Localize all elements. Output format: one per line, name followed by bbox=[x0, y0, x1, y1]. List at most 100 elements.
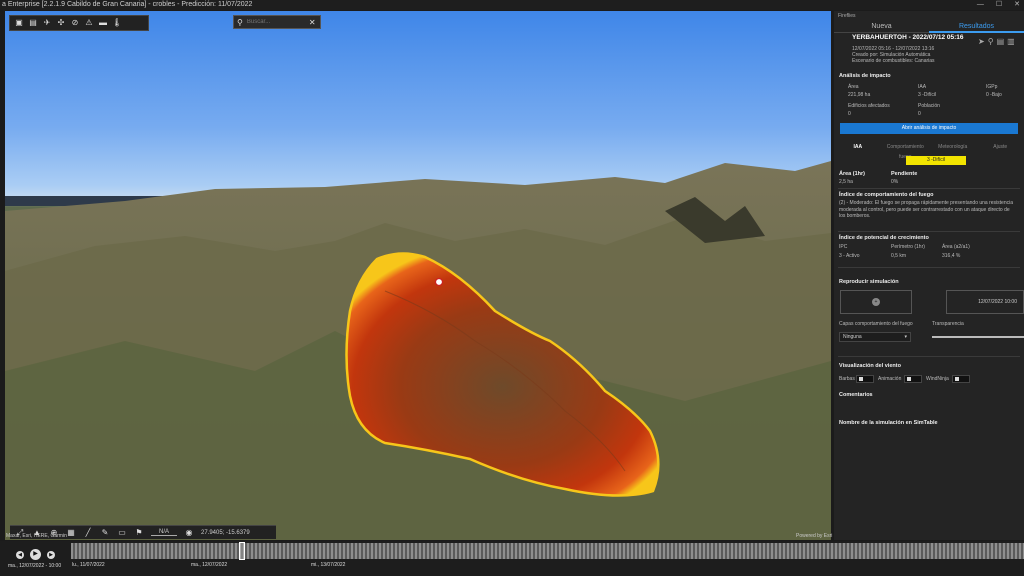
replay-title: Reproducir simulación bbox=[839, 279, 899, 285]
divider bbox=[838, 267, 1020, 268]
export-icon[interactable]: ▥ bbox=[1007, 37, 1015, 46]
transparency-slider[interactable] bbox=[932, 336, 1024, 338]
aircraft-icon[interactable]: ✈ bbox=[42, 18, 52, 28]
helicopter-icon[interactable]: ✣ bbox=[56, 18, 66, 28]
timeline-current-date: ma., 12/07/2022 - 10:00 bbox=[8, 563, 62, 569]
chevron-down-icon: ▾ bbox=[904, 334, 907, 340]
ipc-value: 3 - Activo bbox=[839, 253, 860, 259]
window-title: a Enterprise [2.2.1.9 Cabildo de Gran Ca… bbox=[2, 1, 253, 8]
tab-meteorology[interactable]: Meteorología bbox=[929, 142, 977, 152]
table-icon[interactable]: ▦ bbox=[66, 528, 76, 538]
simtable-title: Nombre de la simulación en SimTable bbox=[839, 420, 938, 426]
divider bbox=[838, 231, 1020, 232]
slope-value: 0% bbox=[891, 179, 899, 185]
send-icon[interactable]: ➤ bbox=[978, 37, 985, 46]
growth-title: Índice de potencial de crecimiento bbox=[839, 235, 929, 241]
document-icon[interactable]: ▤ bbox=[997, 37, 1005, 46]
fire-layers-select[interactable]: Ninguna ▾ bbox=[839, 332, 911, 342]
pin-location-icon[interactable]: ⚲ bbox=[988, 37, 994, 46]
transparency-label: Transparencia bbox=[932, 321, 964, 327]
search-icon: ⚲ bbox=[237, 17, 243, 27]
divider bbox=[838, 188, 1020, 189]
simulation-title: YERBAHUERTOH - 2022/07/12 05:16 bbox=[852, 34, 964, 41]
layers-label: Capas comportamiento del fuego bbox=[839, 321, 913, 327]
result-sub-tabs: IAA Comportamiento fuego Meteorología Aj… bbox=[834, 142, 1024, 160]
open-impact-analysis-button[interactable]: Abrir análisis de impacto bbox=[840, 123, 1018, 134]
play-icon[interactable]: ▶ bbox=[30, 549, 41, 560]
sim-scenario: Escenario de combustibles: Canarias bbox=[852, 58, 935, 64]
perimeter-header: Perímetro (1hr) bbox=[891, 244, 925, 250]
impact-iaa-value: 3 -Difícil bbox=[918, 92, 937, 98]
tab-nueva[interactable]: Nueva bbox=[834, 21, 929, 33]
fire-layers-value: Ninguna bbox=[843, 334, 862, 340]
results-panel: Fireflies Nueva Resultados YERBAHUERTOH … bbox=[834, 11, 1024, 540]
map-icon[interactable]: ▤ bbox=[28, 18, 38, 28]
timeline-label-tuesday: ma., 12/07/2022 bbox=[191, 562, 228, 568]
pin-icon[interactable]: ⚑ bbox=[134, 528, 144, 538]
timeline-track[interactable] bbox=[71, 543, 1024, 559]
area-ratio-value: 316,4 % bbox=[942, 253, 961, 259]
tab-resultados[interactable]: Resultados bbox=[929, 21, 1024, 33]
no-entry-icon[interactable]: ⊘ bbox=[70, 18, 80, 28]
window-controls: — ☐ ✕ bbox=[977, 0, 1020, 10]
playback-controls: ◀ ▶ ▶ bbox=[16, 549, 55, 560]
impact-title: Análisis de impacto bbox=[839, 73, 891, 79]
close-icon[interactable]: ✕ bbox=[309, 18, 316, 27]
perimeter-value: 0,5 km bbox=[891, 253, 907, 259]
comments-title: Comentarios bbox=[839, 392, 873, 398]
wind-animation-label: Animación bbox=[878, 376, 902, 382]
ipc-header: IPC bbox=[839, 244, 848, 250]
measure-icon[interactable]: ╱ bbox=[83, 528, 93, 538]
close-window-button[interactable]: ✕ bbox=[1014, 0, 1020, 10]
play-icon: + bbox=[872, 298, 880, 306]
scale-readout: N/A bbox=[151, 529, 177, 536]
previous-icon[interactable]: ◀ bbox=[16, 550, 24, 559]
behavior-title: Índice de comportamiento del fuego bbox=[839, 192, 934, 198]
area-ratio-header: Área (a2/a1) bbox=[942, 244, 970, 250]
map-search[interactable]: ⚲ ✕ bbox=[233, 15, 321, 29]
population-value: 0 bbox=[918, 111, 921, 117]
impact-area-header: Área bbox=[848, 84, 859, 90]
area-value: 2,5 ha bbox=[839, 179, 853, 185]
tab-iaa[interactable]: IAA bbox=[834, 142, 882, 152]
timeline: ◀ ▶ ▶ ma., 12/07/2022 - 10:00 lu., 11/07… bbox=[0, 541, 1024, 576]
map-attribution: Maxar, Esri, HERE, Garmin bbox=[6, 533, 67, 539]
thermometer-icon[interactable]: 🌡 bbox=[112, 18, 122, 28]
truck-icon[interactable]: ▬ bbox=[98, 18, 108, 28]
comment-icon[interactable]: ▭ bbox=[117, 528, 127, 538]
search-input[interactable] bbox=[246, 19, 305, 25]
location-icon: ◉ bbox=[185, 527, 193, 537]
impact-area-value: 221,98 ha bbox=[848, 92, 871, 98]
esri-attribution: Powered by Esri bbox=[796, 533, 833, 539]
panel-label: Fireflies bbox=[838, 13, 856, 19]
simulation-meta: 12/07/2022 05:16 - 12/07/2022 13:16 Crea… bbox=[852, 46, 935, 64]
minimize-button[interactable]: — bbox=[977, 0, 984, 10]
replay-date-field[interactable]: 12/07/2022 10:00 bbox=[946, 290, 1024, 314]
tab-adjustment[interactable]: Ajuste bbox=[977, 142, 1024, 152]
wind-barbs-toggle[interactable] bbox=[856, 375, 874, 383]
wind-animation-toggle[interactable] bbox=[904, 375, 922, 383]
map-view[interactable]: ▣ ▤ ✈ ✣ ⊘ ⚠ ▬ 🌡 ⚲ ✕ ⤢ ▲ ⊕ ▦ ╱ ✎ ▭ ⚑ N/A … bbox=[5, 11, 831, 540]
wind-title: Visualización del viento bbox=[839, 363, 901, 369]
window-titlebar: a Enterprise [2.2.1.9 Cabildo de Gran Ca… bbox=[0, 0, 1024, 10]
timeline-label-wednesday: mi., 13/07/2022 bbox=[311, 562, 346, 568]
layers-icon[interactable]: ▣ bbox=[14, 18, 24, 28]
draw-icon[interactable]: ✎ bbox=[100, 528, 110, 538]
next-icon[interactable]: ▶ bbox=[47, 550, 55, 559]
windninja-toggle[interactable] bbox=[952, 375, 970, 383]
terrain-scene bbox=[5, 161, 831, 540]
wind-barbs-label: Barbas bbox=[839, 376, 855, 382]
panel-tabs: Nueva Resultados bbox=[834, 21, 1024, 33]
hazard-icon[interactable]: ⚠ bbox=[84, 18, 94, 28]
buildings-value: 0 bbox=[848, 111, 851, 117]
timeline-cursor[interactable] bbox=[239, 542, 245, 560]
timeline-label-monday: lu., 11/07/2022 bbox=[72, 562, 105, 568]
tab-fire-behavior[interactable]: Comportamiento fuego bbox=[882, 142, 930, 160]
maximize-button[interactable]: ☐ bbox=[996, 0, 1002, 10]
replay-play-button[interactable]: + bbox=[840, 290, 912, 314]
ignition-point-icon[interactable] bbox=[434, 277, 444, 287]
iaa-badge: 3 -Difícil bbox=[906, 156, 966, 165]
windninja-label: WindNinja bbox=[926, 376, 949, 382]
impact-igpp-value: 0 -Bajo bbox=[986, 92, 1002, 98]
slope-label: Pendiente bbox=[891, 171, 918, 177]
